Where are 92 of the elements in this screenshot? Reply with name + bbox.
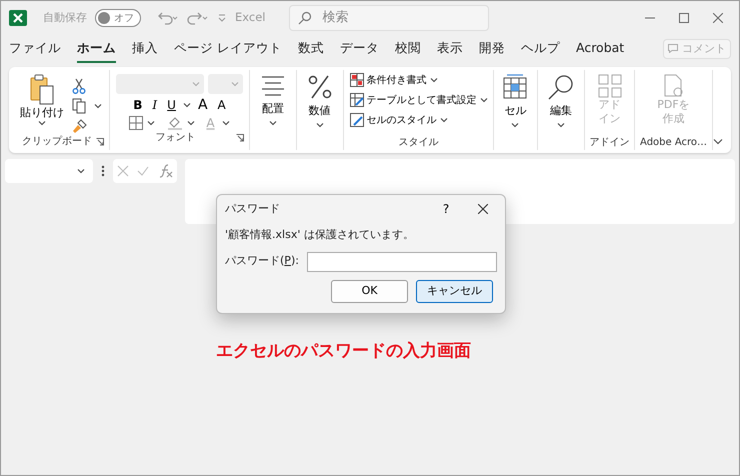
collapse-ribbon-icon — [713, 138, 724, 145]
app-logo-icon — [9, 9, 27, 27]
conditional-format-icon — [350, 73, 364, 87]
caret-icon — [77, 168, 85, 174]
group-label: スタイル — [398, 136, 439, 150]
caret-icon — [269, 120, 277, 126]
dialog-button[interactable]: OK — [331, 280, 408, 302]
pdf-icon — [662, 74, 685, 98]
comment-icon — [668, 44, 678, 54]
style-menu-item[interactable]: テーブルとして書式設定 — [350, 90, 488, 110]
group-label: フォント — [156, 131, 196, 145]
help-button[interactable]: ? — [431, 199, 461, 219]
group-label: クリップボード — [22, 134, 92, 149]
fill-color-icon — [167, 116, 184, 130]
search-icon — [298, 11, 312, 25]
table-format-icon — [350, 93, 364, 107]
caret-icon — [430, 77, 438, 83]
alignment-icon — [261, 74, 285, 98]
borders-icon — [129, 116, 144, 130]
menu-tab[interactable]: ホーム — [77, 39, 116, 63]
editing-button[interactable]: 編集 — [550, 104, 572, 118]
dialog-button[interactable]: キャンセル — [416, 280, 493, 302]
menu-tab[interactable]: Acrobat — [576, 39, 624, 63]
grow-font-button[interactable]: A — [194, 98, 211, 112]
menu-tab[interactable]: 挿入 — [132, 39, 158, 63]
shrink-font-button[interactable]: A — [214, 99, 229, 111]
password-field[interactable] — [306, 252, 497, 272]
cancel-icon — [117, 165, 129, 177]
paste-icon — [28, 74, 55, 106]
menu-tab[interactable]: 表示 — [436, 39, 463, 63]
app-name: Excel — [235, 9, 266, 26]
more-icon — [101, 165, 105, 177]
name-box[interactable] — [5, 159, 93, 183]
menu-tab[interactable]: ヘルプ — [520, 39, 560, 63]
caret-icon — [480, 97, 488, 103]
menu-tab[interactable]: 開発 — [478, 39, 505, 63]
menu-tab[interactable]: 数式 — [298, 39, 324, 63]
group-label: アドイン — [590, 136, 630, 150]
caret-icon — [147, 120, 156, 126]
cell-style-icon — [350, 113, 364, 127]
caret-icon — [222, 120, 230, 126]
format-painter-icon — [72, 118, 88, 134]
caret-icon — [187, 120, 196, 126]
style-menu-item[interactable]: セルのスタイル — [350, 110, 448, 130]
dialog-message: '顧客情報.xlsx' は保護されています。 — [225, 227, 415, 243]
paste-button[interactable]: 貼り付け — [20, 106, 64, 120]
search-bar[interactable]: 検索 — [289, 5, 490, 31]
menu-tab[interactable]: ファイル — [9, 39, 61, 63]
dialog-launcher-icon — [236, 134, 244, 142]
caret-icon — [94, 103, 102, 109]
function-icon — [157, 164, 173, 178]
caret-icon — [440, 117, 448, 123]
caret-icon — [182, 102, 191, 108]
number-format-button[interactable]: 数値 — [308, 104, 331, 118]
alignment-button[interactable]: 配置 — [262, 102, 284, 116]
caption: エクセルのパスワードの入力画面 — [216, 340, 471, 363]
cells-icon — [502, 74, 528, 100]
caret-icon — [192, 81, 200, 87]
autosave-toggle[interactable]: オフ — [95, 9, 141, 27]
caret-icon — [316, 122, 324, 128]
caret-icon — [511, 122, 520, 128]
group-label: Adobe Acro… — [640, 136, 708, 150]
underline-button[interactable]: U — [164, 99, 179, 111]
caret-icon — [38, 120, 46, 126]
style-menu-item[interactable]: 条件付き書式 — [350, 70, 438, 90]
font-size-combo[interactable] — [208, 74, 244, 94]
password-label: パスワード(P): — [225, 253, 299, 270]
addins-icon — [598, 74, 622, 98]
menu-tab[interactable]: 校閲 — [394, 39, 421, 63]
menu-tab[interactable]: ページ レイアウト — [174, 39, 282, 63]
dialog-title: パスワード — [225, 200, 280, 217]
font-name-combo[interactable] — [116, 74, 204, 94]
cells-button[interactable]: セル — [504, 104, 526, 118]
redo-icon — [187, 10, 209, 26]
check-icon — [137, 165, 149, 177]
caret-icon — [231, 81, 240, 87]
cut-icon — [72, 78, 86, 94]
close-icon — [478, 204, 488, 214]
undo-icon — [157, 10, 179, 26]
caret-icon — [557, 122, 566, 128]
percent-icon — [308, 74, 332, 100]
customize-icon — [217, 12, 227, 24]
copy-icon — [72, 98, 86, 114]
dialog-launcher-icon — [96, 138, 104, 146]
search-field[interactable]: 検索 — [320, 7, 460, 29]
menu-tab[interactable]: データ — [340, 39, 379, 63]
close-icon — [713, 13, 723, 23]
maximize-icon — [679, 13, 689, 23]
bold-button[interactable]: B — [130, 99, 146, 111]
magnifier-icon — [548, 74, 574, 100]
autosave-label: 自動保存 — [43, 10, 87, 26]
italic-button[interactable]: I — [149, 99, 160, 111]
